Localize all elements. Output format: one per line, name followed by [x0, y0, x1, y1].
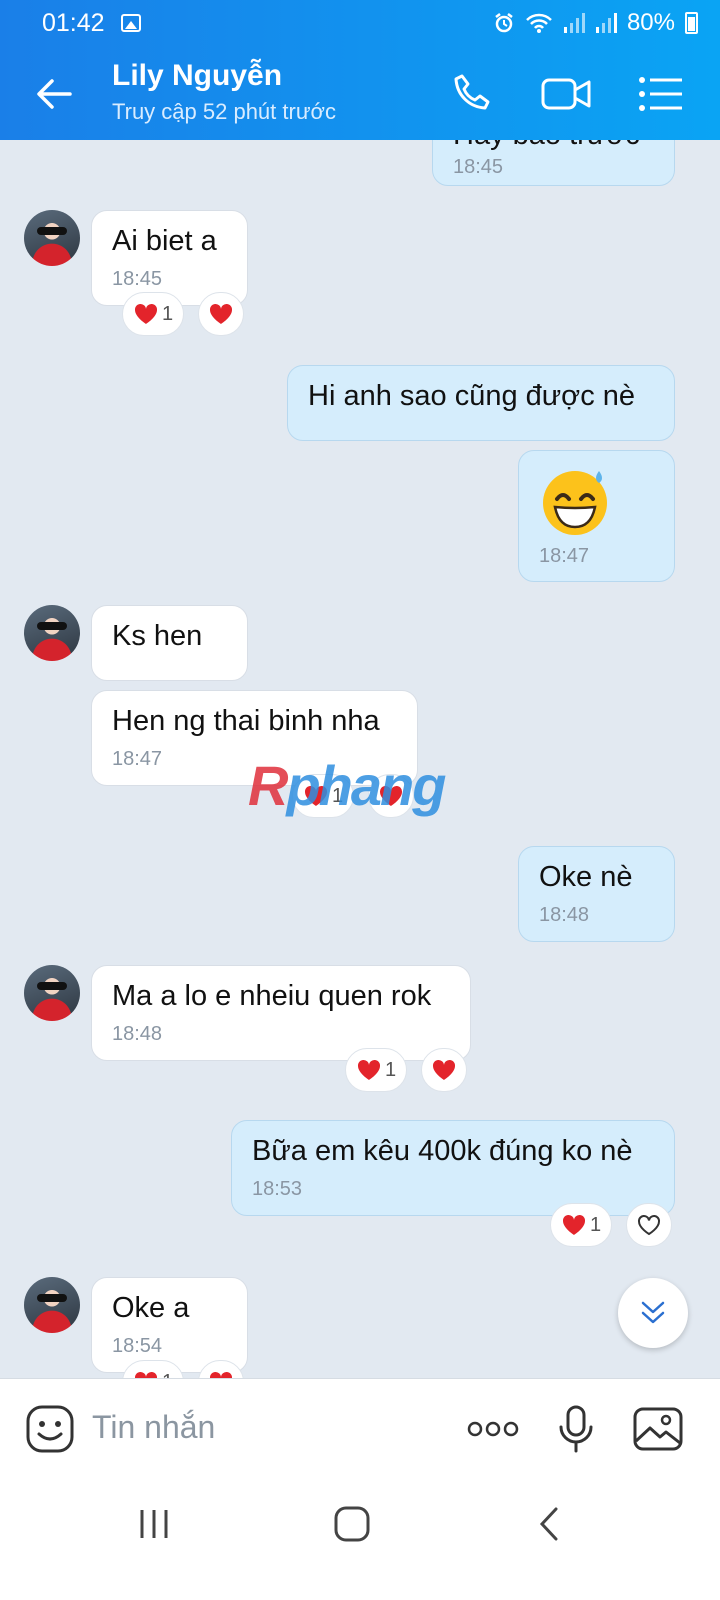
home-icon[interactable] [332, 1504, 372, 1544]
scroll-to-bottom-button[interactable] [618, 1278, 688, 1348]
react-button[interactable] [421, 1048, 467, 1092]
message-text: Ma a lo e nheiu quen rok [112, 980, 432, 1012]
watermark-letter: R [248, 754, 288, 817]
contact-avatar[interactable] [24, 210, 80, 266]
status-time: 01:42 [42, 8, 105, 37]
react-button[interactable] [626, 1203, 672, 1247]
heart-icon [209, 303, 233, 324]
message-time: 18:54 [112, 1335, 163, 1357]
message-input[interactable]: Tin nhắn [92, 1409, 215, 1446]
react-button[interactable] [198, 292, 244, 336]
heart-icon [357, 1059, 380, 1080]
message-time: 18:45 [453, 156, 504, 178]
reaction-summary[interactable]: 1 [345, 1048, 407, 1092]
message-bubble-outgoing[interactable]: Hay bảo trước 18:45 [432, 140, 675, 186]
message-text: Oke nè [539, 861, 633, 893]
sticker-emoji-icon[interactable] [24, 1403, 76, 1455]
back-arrow-icon[interactable] [30, 70, 78, 118]
battery-icon [685, 12, 698, 34]
grinning-sweat-emoji-icon [543, 471, 607, 535]
watermark-logo: Rphang [248, 753, 446, 818]
message-input-bar: Tin nhắn [0, 1378, 720, 1478]
back-nav-icon[interactable] [530, 1504, 570, 1544]
message-text: Bữa em kêu 400k đúng ko nè [252, 1135, 633, 1167]
reaction-count: 1 [384, 1058, 397, 1081]
signal-icon-2 [595, 13, 617, 33]
chat-header: Lily Nguyễn Truy cập 52 phút trước [0, 46, 720, 140]
message-time: 18:48 [112, 1023, 163, 1045]
reaction-summary[interactable]: 1 [550, 1203, 612, 1247]
status-bar: 01:42 80% [0, 0, 720, 46]
reaction-summary[interactable]: 1 [122, 292, 184, 336]
more-options-icon[interactable] [466, 1403, 520, 1455]
message-bubble-incoming[interactable]: Ks hen [91, 605, 248, 681]
watermark-text: phang [286, 754, 446, 817]
phone-call-icon[interactable] [448, 70, 496, 118]
gallery-notification-icon [120, 14, 141, 32]
contact-avatar[interactable] [24, 965, 80, 1021]
reaction-count: 1 [589, 1213, 602, 1236]
last-seen-status: Truy cập 52 phút trước [112, 99, 336, 124]
message-text: Ks hen [112, 620, 203, 652]
contact-avatar[interactable] [24, 1277, 80, 1333]
menu-list-icon[interactable] [636, 70, 684, 118]
signal-icon-1 [563, 13, 585, 33]
video-call-icon[interactable] [540, 70, 594, 118]
reaction-count: 1 [161, 302, 174, 325]
message-text: Hay bảo trước [453, 140, 640, 151]
message-text: Hen ng thai binh nha [112, 705, 380, 737]
wifi-icon [526, 13, 552, 33]
message-text: Oke a [112, 1292, 190, 1324]
message-bubble-incoming[interactable]: Ma a lo e nheiu quen rok 18:48 [91, 965, 471, 1061]
recent-apps-icon[interactable] [134, 1504, 174, 1544]
message-time: 18:45 [112, 268, 163, 290]
message-bubble-outgoing[interactable]: 18:47 [518, 450, 675, 582]
battery-percent: 80% [626, 9, 675, 36]
message-time: 18:53 [252, 1178, 303, 1200]
heart-icon [134, 303, 157, 324]
message-time: 18:48 [539, 904, 590, 926]
system-navigation-bar [0, 1478, 720, 1600]
heart-outline-icon [638, 1214, 660, 1236]
heart-icon [562, 1214, 585, 1235]
message-bubble-outgoing[interactable]: Hi anh sao cũng được nè [287, 365, 675, 441]
heart-icon [432, 1059, 456, 1080]
image-gallery-icon[interactable] [632, 1403, 684, 1455]
double-chevron-down-icon [641, 1301, 665, 1324]
message-text: Ai biet a [112, 225, 217, 257]
alarm-icon [495, 13, 513, 33]
message-time: 18:47 [539, 545, 590, 567]
microphone-icon[interactable] [550, 1403, 602, 1455]
message-bubble-outgoing[interactable]: Bữa em kêu 400k đúng ko nè 18:53 [231, 1120, 675, 1216]
message-text: Hi anh sao cũng được nè [308, 380, 636, 412]
message-bubble-incoming[interactable]: Oke a 18:54 [91, 1277, 248, 1373]
message-bubble-outgoing[interactable]: Oke nè 18:48 [518, 846, 675, 942]
contact-avatar[interactable] [24, 605, 80, 661]
contact-name[interactable]: Lily Nguyễn [112, 59, 282, 93]
